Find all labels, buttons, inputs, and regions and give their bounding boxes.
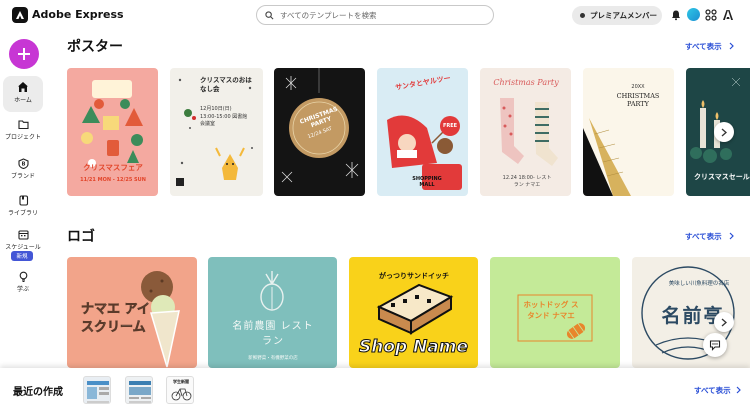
apps-grid-icon[interactable] xyxy=(705,9,717,21)
create-new-button[interactable] xyxy=(9,39,39,69)
avatar[interactable] xyxy=(687,8,700,21)
section-title-logos: ロゴ xyxy=(67,229,95,245)
poster-subtitle: SHOPPING MALL xyxy=(412,176,442,188)
bell-icon[interactable] xyxy=(670,9,682,21)
section-title-posters: ポスター xyxy=(67,39,123,55)
sidebar-item-label: プロジェクト xyxy=(4,134,41,141)
recent-thumbnail[interactable] xyxy=(83,376,111,404)
logo-card[interactable]: 名前農園 レストラン 新鮮野菜・有機野菜の店 xyxy=(208,257,337,368)
sidebar-item-label: ブランド xyxy=(10,173,35,180)
logo-card[interactable]: ホットドッグ スタンド ナマエ xyxy=(490,257,620,368)
logo-card[interactable]: 美味しい川魚料理の名店 名前亭 xyxy=(632,257,750,368)
thumbnail-artwork xyxy=(129,381,151,403)
poster-title: クリスマスフェア xyxy=(83,163,143,172)
home-icon xyxy=(18,82,28,92)
recent-thumbnail[interactable]: 学生新聞 xyxy=(166,376,194,404)
sidebar-item-label: スケジュール xyxy=(5,244,41,251)
sidebar-item-projects[interactable]: プロジェクト xyxy=(3,119,43,141)
sidebar-item-brand[interactable]: B ブランド xyxy=(3,158,43,180)
see-all-recent-link[interactable]: すべて表示 xyxy=(694,385,731,396)
search-input[interactable]: すべてのテンプレートを検索 xyxy=(280,10,376,21)
chat-help-button[interactable] xyxy=(703,333,727,357)
logo-title: ナマエ アイスクリーム xyxy=(81,302,150,335)
sidebar-item-home[interactable]: ホーム xyxy=(3,76,43,112)
logo-title: ホットドッグ スタンド ナマエ xyxy=(523,300,579,320)
poster-title: Christmas Party xyxy=(493,78,559,87)
new-badge: 新規 xyxy=(11,251,33,261)
sidebar-item-label: ホーム xyxy=(14,97,32,104)
posters-next-button[interactable] xyxy=(714,122,734,142)
thumbnail-title: 学生新聞 xyxy=(173,379,189,384)
logo-card[interactable]: ナマエ アイスクリーム xyxy=(67,257,197,368)
poster-card[interactable]: 20XX CHRISTMAS PARTY xyxy=(583,68,674,196)
sidebar-item-label: 学ぶ xyxy=(16,286,29,293)
library-icon xyxy=(18,195,28,206)
adobe-logo-icon[interactable] xyxy=(722,9,734,21)
premium-dot-icon xyxy=(580,13,585,18)
chevron-right-icon xyxy=(721,128,727,136)
chevron-right-icon xyxy=(721,318,727,326)
see-all-logos-link[interactable]: すべて表示 xyxy=(685,231,722,242)
see-all-posters-link[interactable]: すべて表示 xyxy=(685,41,722,52)
search-bar[interactable]: すべてのテンプレートを検索 xyxy=(256,5,494,25)
premium-label: プレミアムメンバー xyxy=(590,11,657,20)
plus-icon xyxy=(18,48,30,60)
poster-subtitle: 12.24 18:00- レストラン ナマエ xyxy=(502,175,552,188)
logo-subtitle: 新鮮野菜・有機野菜の店 xyxy=(248,356,298,361)
recent-thumbnail[interactable] xyxy=(125,376,153,404)
logos-next-button[interactable] xyxy=(714,312,734,332)
logo-subtitle: がっつりサンドイッチ xyxy=(379,272,449,280)
poster-card[interactable]: クリスマスフェア 11/21 MON - 12/25 SUN xyxy=(67,68,158,196)
logo-title: 名前農園 レストラン xyxy=(232,321,314,347)
chat-icon xyxy=(709,340,721,351)
logo-subtitle: 美味しい川魚料理の名店 xyxy=(668,281,730,287)
poster-card[interactable]: クリスマスのおはなし会 12月10日(日) 13:00-15:00 図書館会議室 xyxy=(170,68,263,196)
chevron-right-icon xyxy=(729,232,734,240)
sidebar-item-schedule[interactable]: スケジュール xyxy=(3,229,43,251)
search-icon xyxy=(265,10,274,19)
premium-member-button[interactable]: プレミアムメンバー xyxy=(572,6,662,25)
logo-artwork xyxy=(260,271,284,311)
recent-creations-bar: 最近の作成 学生新聞 すべて表示 xyxy=(0,368,750,413)
sidebar-item-library[interactable]: ライブラリ xyxy=(3,195,43,217)
folder-icon xyxy=(17,120,29,130)
poster-badge: FREE xyxy=(440,116,460,136)
thumbnail-artwork xyxy=(87,381,109,403)
lightbulb-icon xyxy=(19,271,27,282)
svg-text:B: B xyxy=(21,162,25,168)
logo-card[interactable]: がっつりサンドイッチ Shop Name xyxy=(349,257,478,368)
calendar-icon xyxy=(17,230,29,240)
poster-card[interactable]: CHRISTMAS PARTY 12/24 SAT xyxy=(274,68,365,196)
sidebar-item-learn[interactable]: 学ぶ xyxy=(3,271,43,293)
poster-title: CHRISTMAS PARTY xyxy=(616,92,660,108)
poster-subtitle: 12月10日(日) 13:00-15:00 図書館会議室 xyxy=(200,106,248,127)
chevron-right-icon xyxy=(729,42,734,50)
adobe-express-logo-icon[interactable] xyxy=(12,7,28,23)
poster-sub-year: 20XX xyxy=(631,84,645,90)
poster-card[interactable]: サンタとヤルツー FREE SHOPPING MALL xyxy=(377,68,468,196)
sidebar-item-label: ライブラリ xyxy=(7,210,38,217)
top-bar: Adobe Express すべてのテンプレートを検索 プレミアムメンバー xyxy=(0,0,750,30)
poster-title: クリスマスセール xyxy=(694,173,750,181)
app-name: Adobe Express xyxy=(32,8,124,21)
poster-card[interactable]: Christmas Party 12.24 18:00- レストラン ナマエ xyxy=(480,68,571,196)
recent-title: 最近の作成 xyxy=(13,387,63,398)
poster-subtitle: 11/21 MON - 12/25 SUN xyxy=(80,177,146,183)
chevron-right-icon xyxy=(736,386,741,394)
logo-title: Shop Name xyxy=(358,337,469,358)
poster-title: クリスマスのおはなし会 xyxy=(200,76,252,93)
brand-icon: B xyxy=(17,158,29,169)
